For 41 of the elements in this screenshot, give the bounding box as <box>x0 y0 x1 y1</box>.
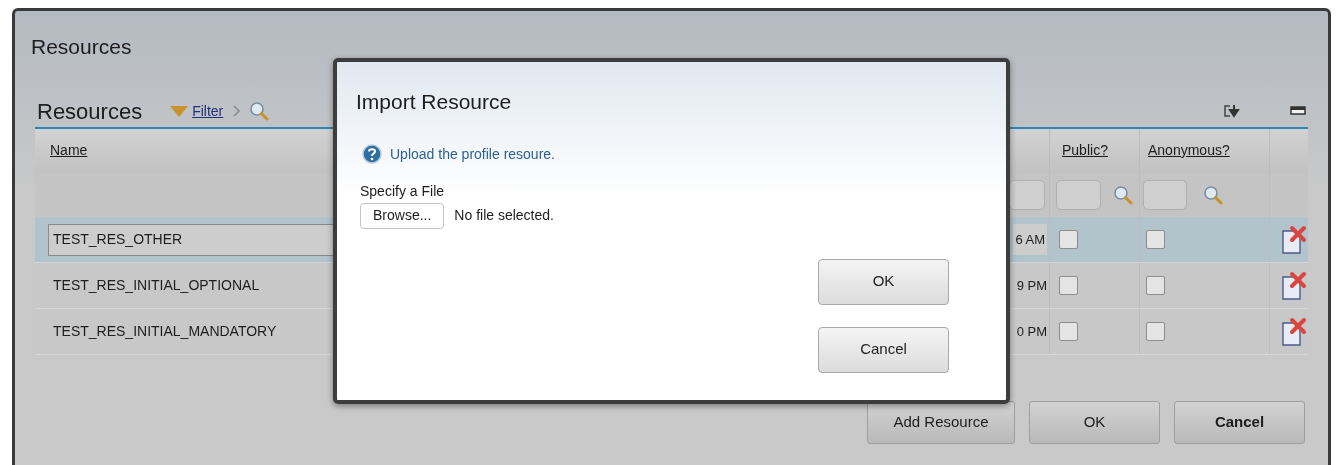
file-label: Specify a File <box>360 182 445 199</box>
dialog-title: Import Resource <box>356 90 512 113</box>
table-cell-text: 9 PM <box>1016 276 1047 295</box>
search-icon[interactable] <box>1113 185 1133 205</box>
triangle-icon <box>170 105 189 117</box>
delete-document-icon[interactable] <box>1281 316 1307 347</box>
dialog-button[interactable]: OK <box>818 258 949 305</box>
checkbox[interactable] <box>1146 230 1165 249</box>
filter-field[interactable] <box>1143 180 1187 210</box>
export-icon[interactable] <box>1224 104 1240 118</box>
dialog-button[interactable]: Cancel <box>818 326 949 373</box>
table-cell-text: TEST_RES_INITIAL_OPTIONAL <box>52 276 260 295</box>
file-status: No file selected. <box>454 206 554 225</box>
browse-button[interactable]: Browse... <box>360 202 445 229</box>
search-icon[interactable] <box>249 101 270 121</box>
table-cell-text: 0 PM <box>1016 322 1047 341</box>
footer-button[interactable]: Cancel <box>1174 401 1305 444</box>
help-icon <box>362 144 382 164</box>
footer-button[interactable]: Add Resource <box>867 401 1015 444</box>
column-header[interactable]: Name <box>50 142 88 158</box>
filter-field[interactable] <box>1056 180 1101 210</box>
checkbox[interactable] <box>1059 276 1078 295</box>
table-cell: 6 AM <box>1013 223 1047 256</box>
checkbox[interactable] <box>1146 276 1165 295</box>
filter-field[interactable] <box>1009 180 1045 210</box>
footer-button[interactable]: OK <box>1029 401 1160 444</box>
delete-document-icon[interactable] <box>1281 224 1307 255</box>
chevron-icon <box>233 105 242 117</box>
panel-title: Resources <box>37 97 143 126</box>
info-text: Upload the profile resoure. <box>390 144 555 164</box>
minimize-icon[interactable] <box>1290 106 1306 116</box>
column-header[interactable]: Anonymous? <box>1148 142 1230 158</box>
column-header[interactable]: Public? <box>1062 142 1108 158</box>
table-cell-text: TEST_RES_INITIAL_MANDATORY <box>52 322 277 341</box>
checkbox[interactable] <box>1059 322 1078 341</box>
search-icon[interactable] <box>1203 185 1223 205</box>
window-title: Resources <box>31 35 132 58</box>
checkbox[interactable] <box>1059 230 1078 249</box>
filter-link[interactable]: Filter <box>192 100 224 122</box>
delete-document-icon[interactable] <box>1281 270 1307 301</box>
checkbox[interactable] <box>1146 322 1165 341</box>
